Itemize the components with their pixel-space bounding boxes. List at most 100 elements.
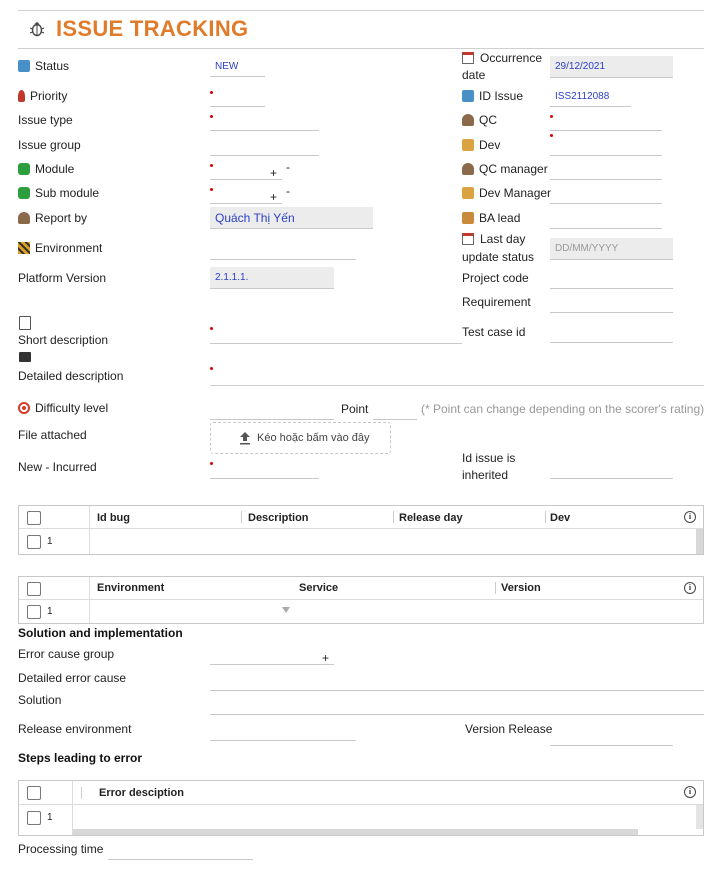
row-checkbox[interactable] [27, 811, 41, 825]
developer-icon [462, 139, 474, 151]
new-incurred-label: New - Incurred [18, 460, 97, 474]
select-all-checkbox[interactable] [27, 582, 41, 596]
project-code-label: Project code [462, 271, 529, 285]
detailed-description-label: Detailed description [18, 369, 124, 383]
environment-table: Environment Service Version i 1 [18, 576, 704, 624]
priority-label: Priority [18, 88, 67, 104]
point-field[interactable] [373, 400, 417, 420]
upload-dropzone[interactable]: Kéo hoặc bấm vào đây [210, 422, 391, 454]
error-cause-group-field[interactable] [210, 645, 334, 665]
short-description-field[interactable] [210, 324, 462, 344]
short-description-label: Short description [18, 333, 109, 347]
pin-icon [18, 90, 25, 102]
status-icon [18, 60, 30, 72]
column-header: Dev [550, 512, 571, 524]
developer-icon [462, 187, 474, 199]
upload-text: Kéo hoặc bấm vào đây [257, 432, 370, 444]
analyst-icon [462, 212, 474, 224]
qc-label: QC [462, 112, 497, 128]
column-header: Release day [399, 512, 463, 524]
project-code-field[interactable] [550, 269, 673, 289]
qc-manager-field[interactable] [550, 160, 662, 180]
scrollbar[interactable] [696, 805, 703, 829]
processing-time-field[interactable] [108, 840, 253, 860]
scrollbar[interactable] [696, 529, 703, 554]
calendar-icon [462, 233, 474, 245]
point-label: Point [341, 402, 369, 416]
last-day-update-label: Last day [480, 232, 526, 246]
row-number: 1 [47, 812, 53, 823]
module-remove-button[interactable]: - [286, 160, 290, 174]
info-icon[interactable]: i [684, 582, 696, 594]
column-header: Id bug [97, 512, 130, 524]
requirement-field[interactable] [550, 293, 673, 313]
row-checkbox[interactable] [27, 535, 41, 549]
last-day-update-label-2: update status [462, 250, 535, 264]
column-header: Environment [97, 582, 165, 594]
sub-module-add-button[interactable]: + [270, 190, 277, 204]
id-issue-inherited-label-2: inherited [462, 468, 509, 482]
dev-manager-label: Dev Manager [462, 185, 551, 201]
select-all-checkbox[interactable] [27, 786, 41, 800]
info-icon[interactable]: i [684, 786, 696, 798]
target-icon [18, 402, 30, 414]
bug-icon [28, 20, 46, 38]
page-title: ISSUE TRACKING [56, 16, 249, 41]
user-icon [18, 212, 30, 224]
column-header: Version [501, 582, 541, 594]
detailed-description-field[interactable] [210, 366, 704, 386]
file-attached-label: File attached [18, 428, 87, 442]
id-issue-inherited-field[interactable] [550, 459, 673, 479]
id-issue-inherited-label: Id issue is [462, 451, 516, 465]
processing-time-label: Processing time [18, 842, 104, 856]
solution-section-title: Solution and implementation [18, 626, 183, 640]
ba-lead-field[interactable] [550, 209, 662, 229]
info-icon[interactable]: i [684, 511, 696, 523]
row-checkbox[interactable] [27, 605, 41, 619]
module-label: Module [18, 161, 74, 177]
requirement-label: Requirement [462, 295, 531, 309]
difficulty-level-field[interactable] [210, 400, 334, 420]
test-case-id-label: Test case id [462, 325, 526, 339]
solution-label: Solution [18, 693, 62, 707]
version-release-field[interactable] [550, 726, 673, 746]
dev-label: Dev [462, 137, 500, 153]
last-day-update-field: DD/MM/YYYY [550, 238, 673, 260]
issue-type-label: Issue type [18, 113, 73, 127]
module-add-button[interactable]: + [270, 166, 277, 180]
platform-version-field: 2.1.1.1. [210, 267, 334, 289]
chevron-down-icon[interactable] [282, 607, 290, 613]
horizontal-scrollbar[interactable] [73, 829, 638, 835]
id-card-icon [462, 90, 474, 102]
issue-type-field[interactable] [210, 111, 319, 131]
solution-field[interactable] [210, 695, 704, 715]
detailed-error-cause-field[interactable] [210, 671, 704, 691]
status-field[interactable]: NEW [210, 57, 265, 77]
id-issue-label: ID Issue [462, 88, 523, 104]
environment-field[interactable] [210, 240, 356, 260]
bug-table: Id bug Description Release day Dev i 1 [18, 505, 704, 555]
user-icon [462, 163, 474, 175]
id-issue-field: ISS2112088 [550, 87, 631, 107]
error-cause-group-label: Error cause group [18, 647, 115, 661]
select-all-checkbox[interactable] [27, 511, 41, 525]
point-note: (* Point can change depending on the sco… [421, 402, 705, 416]
detailed-error-cause-label: Detailed error cause [18, 671, 127, 685]
ba-lead-label: BA lead [462, 210, 520, 226]
issue-group-field[interactable] [210, 136, 319, 156]
new-incurred-field[interactable] [210, 459, 319, 479]
occurrence-date-label-2: date [462, 68, 486, 82]
dev-manager-field[interactable] [550, 184, 662, 204]
error-cause-add-button[interactable]: + [322, 651, 329, 665]
row-number: 1 [47, 536, 53, 547]
release-environment-field[interactable] [210, 721, 356, 741]
test-case-id-field[interactable] [550, 323, 673, 343]
sub-module-remove-button[interactable]: - [286, 184, 290, 198]
environment-label: Environment [18, 240, 102, 256]
dev-field[interactable] [550, 136, 662, 156]
priority-field[interactable] [210, 87, 265, 107]
steps-table: Error desciption i 1 [18, 780, 704, 836]
qc-manager-label: QC manager [462, 161, 548, 177]
platform-version-label: Platform Version [18, 271, 107, 285]
qc-field[interactable] [550, 111, 662, 131]
